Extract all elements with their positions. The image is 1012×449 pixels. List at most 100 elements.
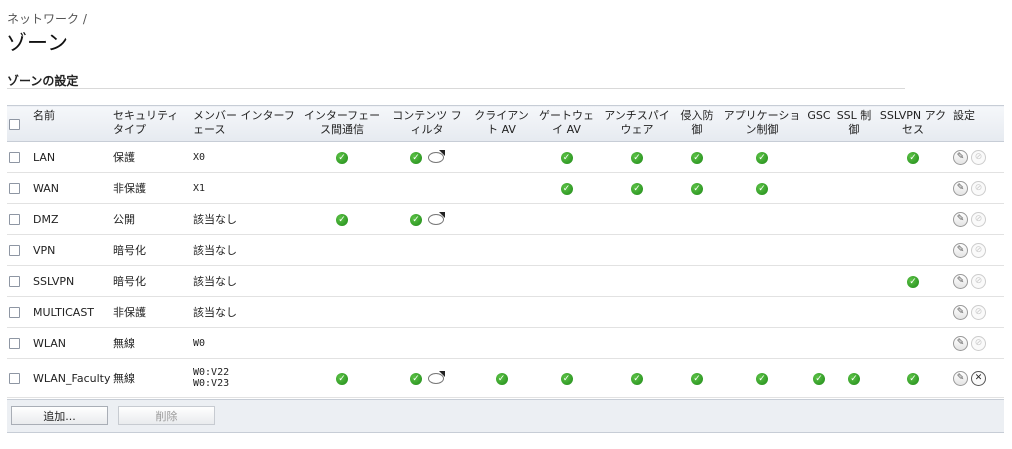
zones-table: 名前 セキュリティタイプ メンバー インターフェース インターフェース間通信 コ… (7, 105, 1004, 398)
table-header: 名前 セキュリティタイプ メンバー インターフェース インターフェース間通信 コ… (7, 105, 1004, 142)
breadcrumb: ネットワーク / (7, 12, 87, 26)
add-button[interactable]: 追加... (11, 406, 108, 425)
zone-name: WLAN (31, 327, 111, 359)
delete-disabled-icon: ⊘ (971, 335, 986, 351)
table-row: VPN 暗号化 該当なし ✎ ⊘ (7, 234, 1004, 266)
section-title: ゾーンの設定 (7, 74, 79, 88)
check-circle-icon: ✓ (756, 372, 768, 385)
row-checkbox[interactable] (9, 245, 20, 256)
col-settings: 設定 (951, 105, 1004, 142)
col-client-av[interactable]: クライアント AV (469, 105, 534, 142)
pencil-edit-icon[interactable]: ✎ (953, 335, 968, 351)
zone-name: VPN (31, 234, 111, 266)
zone-security-type: 公開 (111, 203, 191, 235)
row-checkbox[interactable] (9, 183, 20, 194)
zone-interface: W0:V22 W0:V23 (191, 358, 299, 398)
table-row: WAN 非保護 X1 ✓ ✓ ✓ ✓ ✎ ⊘ (7, 172, 1004, 204)
col-security-type[interactable]: セキュリティタイプ (111, 105, 191, 142)
row-checkbox[interactable] (9, 338, 20, 349)
zone-interface: X0 (191, 141, 299, 173)
check-circle-icon: ✓ (336, 151, 348, 164)
check-circle-icon: ✓ (691, 372, 703, 385)
check-circle-icon: ✓ (495, 372, 508, 385)
check-circle-icon: ✓ (560, 182, 573, 195)
check-circle-icon: ✓ (560, 151, 573, 164)
pencil-edit-icon[interactable]: ✎ (953, 370, 968, 386)
col-antispyware[interactable]: アンチスパイウェア (599, 105, 675, 142)
zone-name: LAN (31, 141, 111, 173)
check-circle-icon: ✓ (631, 372, 643, 385)
row-checkbox[interactable] (9, 276, 20, 287)
table-row: LAN 保護 X0 ✓ ✓ ✓ ✓ ✓ ✓ ✓ ✎ ⊘ (7, 141, 1004, 173)
zone-security-type: 非保護 (111, 172, 191, 204)
zone-name: SSLVPN (31, 265, 111, 297)
check-circle-icon: ✓ (907, 372, 919, 385)
zone-security-type: 暗号化 (111, 234, 191, 266)
zone-name: WLAN_Faculty (31, 358, 111, 398)
delete-disabled-icon: ⊘ (971, 211, 986, 227)
check-circle-icon: ✓ (336, 213, 348, 226)
col-name[interactable]: 名前 (31, 105, 111, 142)
table-row: MULTICAST 非保護 該当なし ✎ ⊘ (7, 296, 1004, 328)
check-circle-icon: ✓ (691, 151, 703, 164)
pencil-edit-icon[interactable]: ✎ (953, 149, 968, 165)
row-checkbox[interactable] (9, 214, 20, 225)
pencil-edit-icon[interactable]: ✎ (953, 180, 968, 196)
zone-security-type: 暗号化 (111, 265, 191, 297)
delete-disabled-icon: ⊘ (971, 304, 986, 320)
zone-interface: 該当なし (191, 203, 299, 235)
col-interzone[interactable]: インターフェース間通信 (299, 105, 385, 142)
zone-name: MULTICAST (31, 296, 111, 328)
col-gsc[interactable]: GSC (805, 105, 833, 142)
zone-security-type: 無線 (111, 327, 191, 359)
zone-interface-line: W0:V23 (193, 378, 230, 389)
check-circle-icon: ✓ (813, 372, 825, 385)
check-circle-icon: ✓ (410, 151, 422, 164)
col-gateway-av[interactable]: ゲートウェイ AV (534, 105, 599, 142)
col-ips[interactable]: 侵入防御 (675, 105, 719, 142)
check-circle-icon: ✓ (631, 182, 643, 195)
zone-interface: 該当なし (191, 265, 299, 297)
pencil-edit-icon[interactable]: ✎ (953, 211, 968, 227)
comment-bubble-icon[interactable] (428, 214, 444, 225)
zone-interface-line: W0:V22 (193, 367, 230, 378)
pencil-edit-icon[interactable]: ✎ (953, 273, 968, 289)
zone-interface: 該当なし (191, 296, 299, 328)
select-all-checkbox[interactable] (9, 119, 20, 130)
zone-security-type: 非保護 (111, 296, 191, 328)
col-content-filter[interactable]: コンテンツ フィルタ (385, 105, 469, 142)
page-title: ゾーン (6, 31, 68, 55)
delete-disabled-icon: ⊘ (971, 180, 986, 196)
delete-disabled-icon: ⊘ (971, 273, 986, 289)
delete-button[interactable]: 削除 (118, 406, 215, 425)
col-member-interface[interactable]: メンバー インターフェース (191, 105, 299, 142)
col-ssl-control[interactable]: SSL 制御 (833, 105, 875, 142)
delete-disabled-icon: ⊘ (971, 242, 986, 258)
comment-bubble-icon[interactable] (428, 152, 444, 163)
col-app-control[interactable]: アプリケーション制御 (719, 105, 805, 142)
check-circle-icon: ✓ (756, 151, 768, 164)
check-circle-icon: ✓ (336, 372, 348, 385)
table-row: SSLVPN 暗号化 該当なし ✓ ✎ ⊘ (7, 265, 1004, 297)
check-circle-icon: ✓ (756, 182, 768, 195)
zone-name: WAN (31, 172, 111, 204)
pencil-edit-icon[interactable]: ✎ (953, 242, 968, 258)
check-circle-icon: ✓ (907, 275, 919, 288)
check-circle-icon: ✓ (907, 151, 919, 164)
row-checkbox[interactable] (9, 307, 20, 318)
section-divider (7, 88, 905, 89)
comment-bubble-icon[interactable] (428, 373, 444, 384)
col-sslvpn-access[interactable]: SSLVPN アクセス (875, 105, 951, 142)
table-footer: 追加... 削除 (7, 399, 1004, 433)
check-circle-icon: ✓ (691, 182, 703, 195)
zone-security-type: 保護 (111, 141, 191, 173)
pencil-edit-icon[interactable]: ✎ (953, 304, 968, 320)
delete-x-icon[interactable]: ✕ (971, 370, 986, 386)
row-checkbox[interactable] (9, 152, 20, 163)
select-all-cell (7, 105, 31, 142)
check-circle-icon: ✓ (410, 213, 422, 226)
table-row: WLAN_Faculty 無線 W0:V22 W0:V23 ✓ ✓ ✓ ✓ ✓ ✓… (7, 358, 1004, 398)
zone-interface: 該当なし (191, 234, 299, 266)
row-checkbox[interactable] (9, 373, 20, 384)
zone-name: DMZ (31, 203, 111, 235)
